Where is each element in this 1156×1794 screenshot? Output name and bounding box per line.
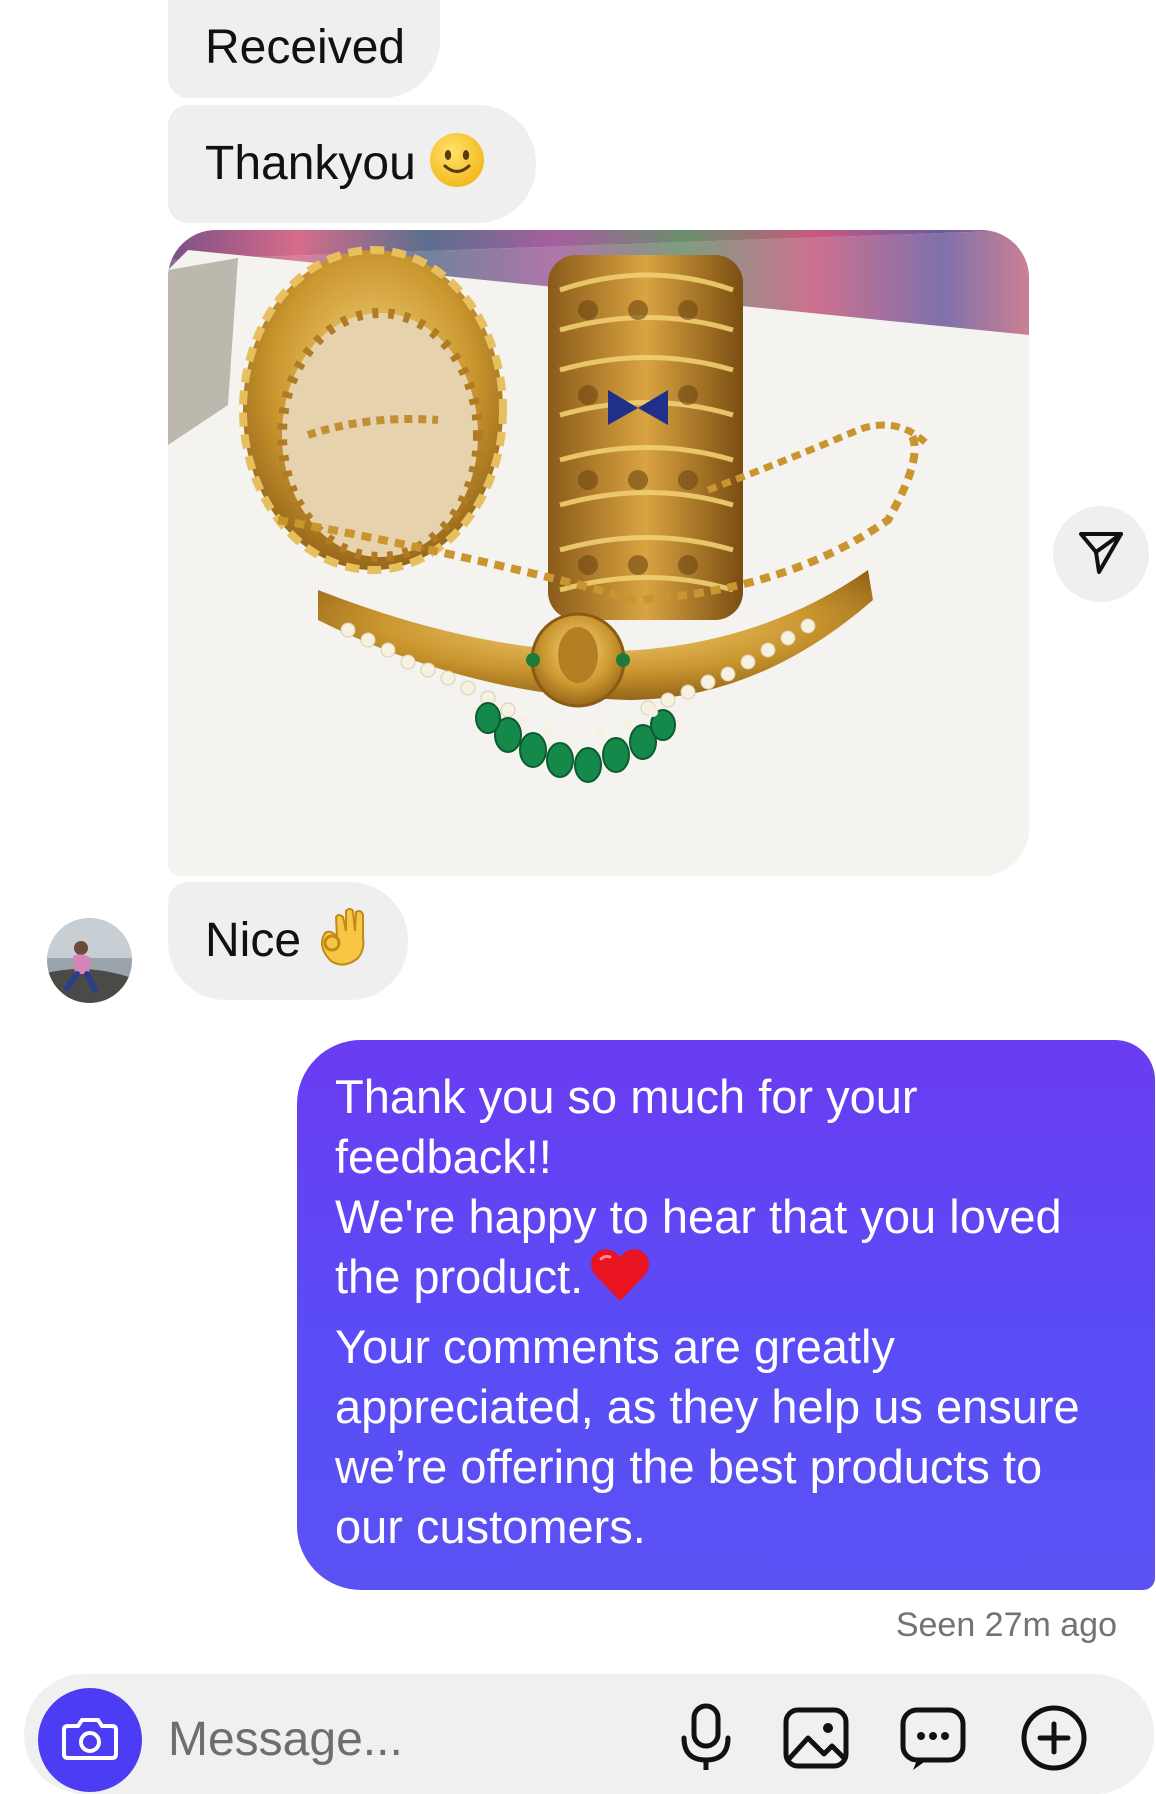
message-line: Your comments are greatly — [335, 1320, 895, 1373]
message-text: Nice — [205, 914, 302, 967]
camera-button[interactable] — [38, 1688, 142, 1792]
send-icon — [1077, 528, 1125, 581]
message-bubble-received[interactable]: Nice — [168, 882, 408, 1000]
camera-icon — [62, 1714, 118, 1767]
message-line: we’re offering the best products to — [335, 1440, 1043, 1493]
avatar[interactable] — [47, 918, 132, 1003]
microphone-button[interactable] — [670, 1700, 742, 1772]
sticker-button[interactable] — [897, 1700, 969, 1772]
message-bubble-sent[interactable]: Thank you so much for your feedback!! We… — [297, 1040, 1155, 1590]
microphone-icon — [670, 1703, 742, 1776]
smiling-face-icon — [428, 131, 486, 198]
plus-icon — [1018, 1705, 1090, 1776]
sticker-icon — [897, 1707, 969, 1776]
message-input[interactable] — [168, 1704, 648, 1774]
more-options-button[interactable] — [1018, 1700, 1090, 1772]
gallery-icon — [780, 1707, 852, 1776]
message-line: our customers. — [335, 1500, 646, 1553]
message-bubble-received[interactable]: Received — [168, 0, 440, 98]
message-line: feedback!! — [335, 1130, 552, 1183]
jewelry-photo[interactable] — [168, 230, 1029, 876]
share-button[interactable] — [1053, 506, 1149, 602]
message-line: the product. — [335, 1250, 584, 1303]
ok-hand-icon — [313, 907, 369, 976]
message-line: Thank you so much for your — [335, 1070, 918, 1123]
red-heart-icon — [589, 1247, 651, 1317]
message-line: appreciated, as they help us ensure — [335, 1380, 1080, 1433]
gallery-button[interactable] — [780, 1700, 852, 1772]
seen-status: Seen 27m ago — [895, 1606, 1117, 1644]
message-text: Received — [205, 21, 406, 74]
message-line: We're happy to hear that you loved — [335, 1190, 1062, 1243]
message-text: Thankyou — [205, 137, 416, 190]
message-bubble-received[interactable]: Thankyou — [168, 105, 536, 223]
